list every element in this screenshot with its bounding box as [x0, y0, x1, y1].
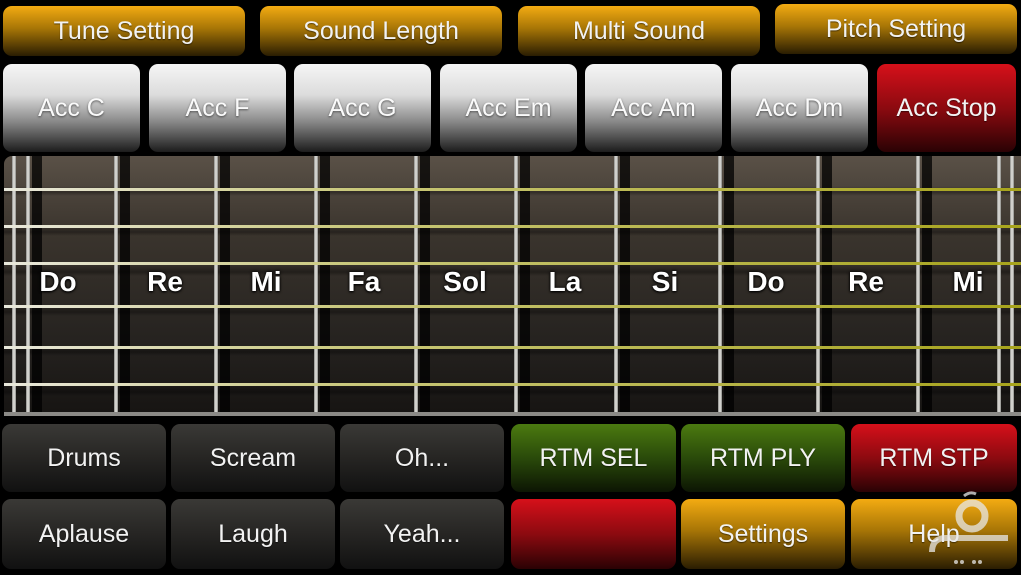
acc-dm-label: Acc Dm — [755, 93, 844, 122]
watermark-logo-icon — [929, 491, 1008, 564]
acc-stop-label: Acc Stop — [896, 93, 997, 122]
yeah-button[interactable]: Yeah... — [340, 499, 504, 569]
fretboard[interactable]: Do Re Mi Fa Sol La Si Do Re Mi — [4, 156, 1021, 416]
settings-button[interactable]: Settings — [681, 499, 845, 569]
pitch-setting-label: Pitch Setting — [825, 14, 967, 43]
oh-label: Oh... — [394, 443, 450, 472]
settings-label: Settings — [717, 519, 809, 548]
unlabeled-red-button[interactable] — [511, 499, 676, 569]
sound-length-label: Sound Length — [303, 16, 459, 45]
acc-em-button[interactable]: Acc Em — [440, 64, 577, 152]
laugh-button[interactable]: Laugh — [171, 499, 335, 569]
acc-c-label: Acc C — [38, 93, 105, 122]
scream-label: Scream — [209, 443, 297, 472]
acc-c-button[interactable]: Acc C — [3, 64, 140, 152]
pitch-setting-button[interactable]: Pitch Setting — [775, 4, 1017, 54]
rhythm-stop-button[interactable]: RTM STP — [851, 424, 1017, 492]
applause-label: Aplause — [38, 519, 130, 548]
oh-button[interactable]: Oh... — [340, 424, 504, 492]
note-si[interactable]: Si — [615, 266, 715, 298]
string-5[interactable] — [4, 346, 1021, 349]
acc-em-label: Acc Em — [465, 93, 552, 122]
multi-sound-label: Multi Sound — [572, 16, 706, 45]
fretboard-edge — [4, 412, 1021, 416]
note-mi-high[interactable]: Mi — [918, 266, 1018, 298]
rhythm-play-label: RTM PLY — [709, 443, 817, 472]
acc-f-label: Acc F — [185, 93, 250, 122]
laugh-label: Laugh — [218, 519, 288, 548]
acc-stop-button[interactable]: Acc Stop — [877, 64, 1016, 152]
acc-g-button[interactable]: Acc G — [294, 64, 431, 152]
string-1[interactable] — [4, 188, 1021, 191]
acc-dm-button[interactable]: Acc Dm — [731, 64, 868, 152]
note-fa[interactable]: Fa — [314, 266, 414, 298]
note-do-high[interactable]: Do — [716, 266, 816, 298]
string-2[interactable] — [4, 225, 1021, 228]
note-re-high[interactable]: Re — [816, 266, 916, 298]
yeah-label: Yeah... — [383, 519, 461, 548]
rhythm-play-button[interactable]: RTM PLY — [681, 424, 845, 492]
applause-button[interactable]: Aplause — [2, 499, 166, 569]
acc-f-button[interactable]: Acc F — [149, 64, 286, 152]
note-mi[interactable]: Mi — [216, 266, 316, 298]
tune-setting-label: Tune Setting — [53, 16, 195, 45]
acc-g-label: Acc G — [328, 93, 397, 122]
rhythm-stop-label: RTM STP — [879, 443, 989, 472]
string-6[interactable] — [4, 383, 1021, 386]
note-re[interactable]: Re — [115, 266, 215, 298]
rhythm-select-button[interactable]: RTM SEL — [511, 424, 676, 492]
note-sol[interactable]: Sol — [415, 266, 515, 298]
string-3[interactable] — [4, 262, 1021, 265]
acc-am-label: Acc Am — [611, 93, 696, 122]
sound-length-button[interactable]: Sound Length — [260, 6, 502, 56]
multi-sound-button[interactable]: Multi Sound — [518, 6, 760, 56]
string-4[interactable] — [4, 305, 1021, 308]
acc-am-button[interactable]: Acc Am — [585, 64, 722, 152]
scream-button[interactable]: Scream — [171, 424, 335, 492]
rhythm-select-label: RTM SEL — [539, 443, 648, 472]
drums-label: Drums — [47, 443, 121, 472]
tune-setting-button[interactable]: Tune Setting — [3, 6, 245, 56]
note-la[interactable]: La — [515, 266, 615, 298]
note-do[interactable]: Do — [8, 266, 108, 298]
drums-button[interactable]: Drums — [2, 424, 166, 492]
